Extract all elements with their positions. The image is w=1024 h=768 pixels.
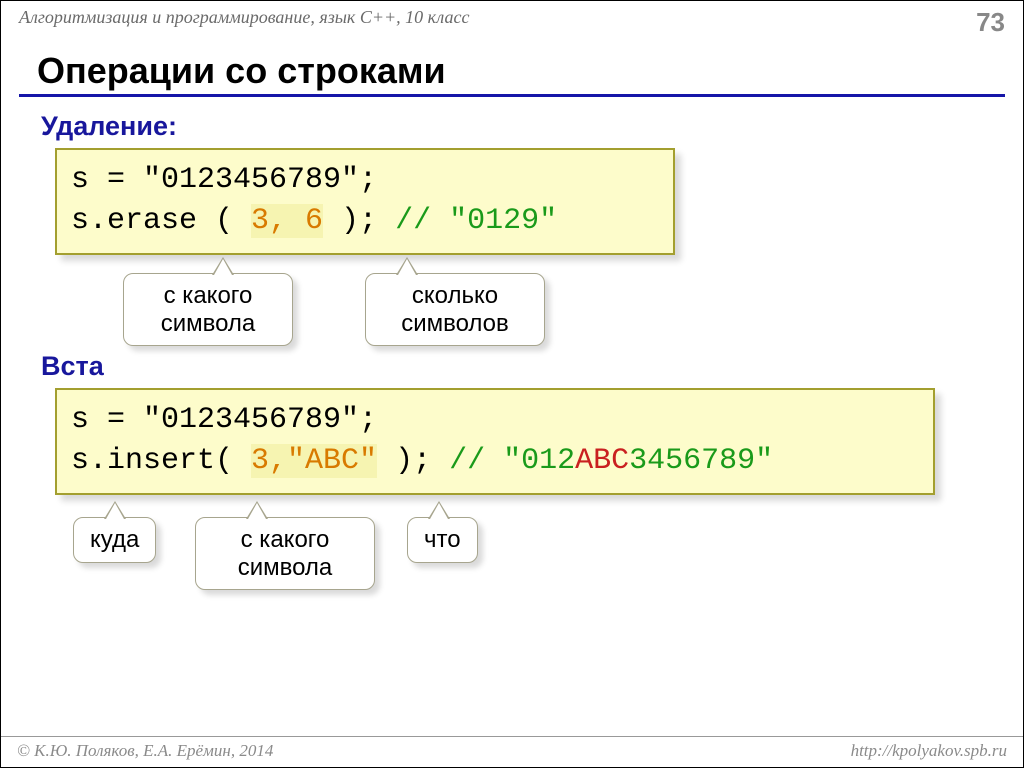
section-delete: Удаление: <box>41 111 1023 142</box>
callout-from-which-char-2: с какого символа <box>195 517 375 590</box>
code-line: s.erase ( 3, 6 ); // "0129" <box>71 201 659 242</box>
page-number: 73 <box>976 7 1005 38</box>
code-line: s.insert( 3,"ABC" ); // "012ABC3456789" <box>71 441 919 482</box>
erase-args: 3, 6 <box>251 204 323 238</box>
callout-how-many: сколько символов <box>365 273 545 346</box>
footer-copyright: © К.Ю. Поляков, Е.А. Ерёмин, 2014 <box>17 741 273 761</box>
callouts-erase: с какого символа сколько символов <box>55 255 1023 375</box>
title-underline <box>19 94 1005 97</box>
breadcrumb: Алгоритмизация и программирование, язык … <box>19 7 469 38</box>
footer-url: http://kpolyakov.spb.ru <box>851 741 1007 761</box>
code-line: s = "0123456789"; <box>71 400 919 441</box>
code-block-insert: s = "0123456789"; s.insert( 3,"ABC" ); /… <box>55 388 935 495</box>
comment: // "012ABC3456789" <box>449 444 773 478</box>
page-title: Операции со строками <box>37 50 1023 92</box>
comment: // "0129" <box>395 204 557 238</box>
callout-from-which-char: с какого символа <box>123 273 293 346</box>
callouts-insert: куда с какого символа что <box>55 495 1023 615</box>
callout-what: что <box>407 517 478 563</box>
code-block-erase: s = "0123456789"; s.erase ( 3, 6 ); // "… <box>55 148 675 255</box>
footer: © К.Ю. Поляков, Е.А. Ерёмин, 2014 http:/… <box>1 736 1023 767</box>
slide-header: Алгоритмизация и программирование, язык … <box>1 1 1023 40</box>
code-line: s = "0123456789"; <box>71 160 659 201</box>
callout-where: куда <box>73 517 156 563</box>
insert-args: 3,"ABC" <box>251 444 377 478</box>
